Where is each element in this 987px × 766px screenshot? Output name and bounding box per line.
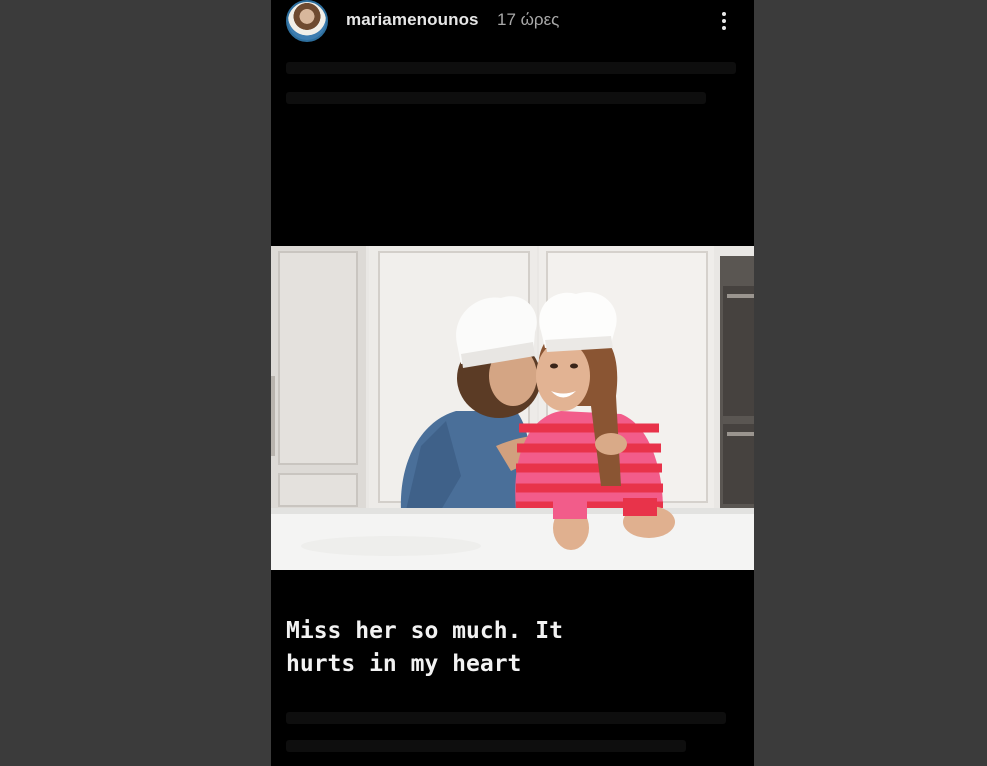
more-options-icon[interactable]	[713, 6, 735, 36]
blurred-background	[286, 62, 736, 74]
blurred-background	[286, 740, 686, 752]
story-timestamp: 17 ώρες	[497, 10, 560, 29]
blurred-background	[286, 92, 706, 104]
story-caption: Miss her so much. It hurts in my heart	[286, 618, 563, 677]
viewport: mariamenounos 17 ώρες Miss her so much. …	[0, 0, 987, 766]
instagram-story[interactable]: mariamenounos 17 ώρες Miss her so much. …	[271, 0, 754, 766]
profile-avatar[interactable]	[286, 0, 328, 42]
blurred-background	[286, 712, 726, 724]
story-username[interactable]: mariamenounos	[346, 10, 479, 30]
story-header: mariamenounos 17 ώρες	[271, 0, 754, 44]
story-photo	[271, 246, 754, 570]
